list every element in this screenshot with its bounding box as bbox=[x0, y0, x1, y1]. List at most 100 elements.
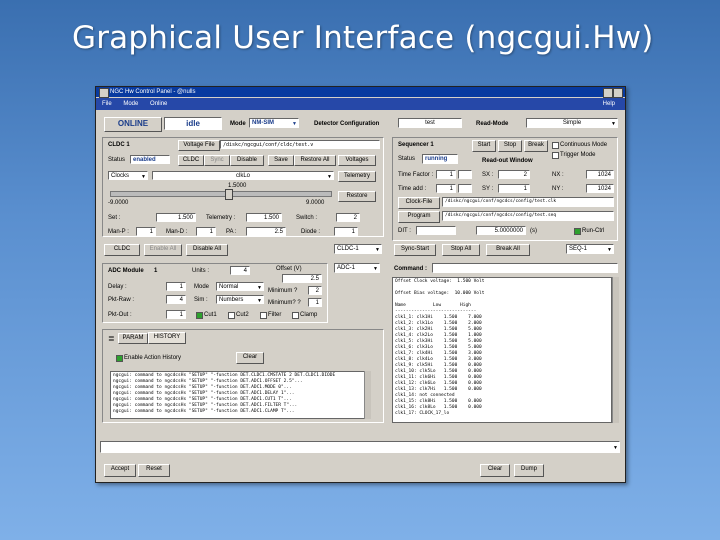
timeadd-aux-field[interactable] bbox=[458, 184, 472, 193]
history-scrollbar[interactable] bbox=[364, 371, 371, 419]
command-input[interactable] bbox=[432, 263, 618, 273]
cldc-select[interactable]: CLDC-1 ▼ bbox=[334, 244, 382, 254]
accept-button[interactable]: Accept bbox=[104, 464, 136, 477]
chevron-down-icon: ▼ bbox=[373, 266, 378, 272]
pa-field[interactable]: 2.5 bbox=[246, 227, 286, 236]
sync-start-button[interactable]: Sync-Start bbox=[394, 244, 436, 256]
timeadd-label: Time add : bbox=[398, 186, 427, 192]
enable-all-button[interactable]: Enable All bbox=[144, 244, 182, 256]
dit-field[interactable]: 5.0000000 bbox=[476, 226, 526, 235]
tab-scroll-icon[interactable]: ≣ bbox=[108, 335, 115, 343]
stop-all-button[interactable]: Stop All bbox=[442, 244, 480, 256]
dit-aux-field[interactable] bbox=[416, 226, 456, 235]
adc-select[interactable]: ADC-1 ▼ bbox=[334, 263, 380, 273]
voltages-button[interactable]: Voltages bbox=[338, 155, 376, 166]
pktout-field[interactable]: 1 bbox=[166, 310, 186, 319]
break-button[interactable]: Break bbox=[524, 140, 548, 152]
clock-file-button[interactable]: Clock-File bbox=[398, 197, 440, 209]
seq-select[interactable]: SEQ-1 ▼ bbox=[566, 244, 614, 254]
menu-online[interactable]: Online bbox=[150, 101, 167, 107]
telemetry-button[interactable]: Telemetry bbox=[338, 171, 376, 182]
cldc-bottom-button[interactable]: CLDC bbox=[104, 244, 140, 256]
detector-config-field[interactable]: test bbox=[398, 118, 462, 128]
units-field[interactable]: 4 bbox=[230, 266, 250, 275]
manp-field[interactable]: 1 bbox=[136, 227, 156, 236]
clocks-select[interactable]: Clocks ▼ bbox=[108, 171, 148, 180]
pktout-label: Pkt-Out : bbox=[108, 312, 132, 318]
seq-status-value: running bbox=[422, 154, 458, 164]
online-button[interactable]: ONLINE bbox=[104, 117, 162, 132]
mode-select[interactable]: NM-SIM ▼ bbox=[249, 118, 299, 128]
clock-name-select[interactable]: clkLo ▼ bbox=[152, 171, 334, 180]
timefactor-aux-field[interactable] bbox=[458, 170, 472, 179]
voltage-slider[interactable] bbox=[110, 189, 332, 200]
menu-file[interactable]: File bbox=[102, 101, 112, 107]
footer-clear-button[interactable]: Clear bbox=[480, 464, 510, 477]
close-icon[interactable] bbox=[613, 88, 623, 98]
offset-field[interactable]: 2.5 bbox=[282, 274, 322, 283]
timefactor-field[interactable]: 1 bbox=[436, 170, 456, 179]
filter-checkbox[interactable] bbox=[260, 312, 267, 319]
readmode-select[interactable]: Simple ▼ bbox=[526, 118, 618, 128]
dit-label: DIT : bbox=[398, 228, 411, 234]
nx-field[interactable]: 1024 bbox=[586, 170, 614, 179]
sx-field[interactable]: 2 bbox=[498, 170, 530, 179]
clock-file-path[interactable]: /diskc/ngcgui/conf/ngcdcs/config/test.cl… bbox=[442, 197, 614, 207]
switch-field[interactable]: 2 bbox=[336, 213, 360, 222]
enable-history-checkbox[interactable] bbox=[116, 355, 123, 362]
window-menu-icon[interactable] bbox=[99, 88, 109, 98]
menu-help[interactable]: Help bbox=[603, 98, 615, 110]
cut1-checkbox[interactable] bbox=[196, 312, 203, 319]
restore-all-button[interactable]: Restore All bbox=[294, 155, 336, 166]
set-field[interactable]: 1.500 bbox=[156, 213, 196, 222]
chevron-down-icon: ▼ bbox=[141, 174, 146, 180]
restore-button[interactable]: Restore bbox=[338, 191, 376, 202]
break-all-button[interactable]: Break All bbox=[486, 244, 530, 256]
bottom-command-select[interactable]: ▼ bbox=[100, 441, 620, 453]
trigger-mode-checkbox[interactable] bbox=[552, 152, 559, 159]
sim-select[interactable]: Numbers ▼ bbox=[216, 295, 264, 304]
voltage-file-path[interactable]: /diskc/ngcgui/conf/cldc/test.v bbox=[220, 140, 380, 149]
sy-field[interactable]: 1 bbox=[498, 184, 530, 193]
disable-button[interactable]: Disable bbox=[230, 155, 264, 166]
output-scrollbar[interactable] bbox=[612, 277, 619, 423]
history-clear-button[interactable]: Clear bbox=[236, 352, 264, 364]
dump-button[interactable]: Dump bbox=[514, 464, 544, 477]
slider-handle[interactable] bbox=[225, 189, 233, 200]
run-ctrl-checkbox[interactable] bbox=[574, 228, 581, 235]
ny-field[interactable]: 1024 bbox=[586, 184, 614, 193]
window-titlebar[interactable]: NGC Hw Control Panel - @nulls bbox=[96, 87, 625, 98]
slider-min-label: -9.0000 bbox=[108, 200, 129, 206]
set-label: Set : bbox=[108, 215, 121, 221]
minimize-icon[interactable] bbox=[603, 88, 613, 98]
chevron-down-icon: ▼ bbox=[257, 298, 262, 304]
start-button[interactable]: Start bbox=[472, 140, 496, 152]
tab-param[interactable]: PARAM bbox=[118, 333, 148, 344]
adc-mode-select[interactable]: Normal ▼ bbox=[216, 282, 264, 291]
mode-label: Mode bbox=[230, 121, 246, 127]
program-button[interactable]: Program bbox=[398, 211, 440, 223]
sync-button[interactable]: Sync bbox=[204, 155, 230, 166]
reset-button[interactable]: Reset bbox=[138, 464, 170, 477]
minimum2-field[interactable]: 1 bbox=[308, 298, 322, 307]
cut2-checkbox[interactable] bbox=[228, 312, 235, 319]
cldc-status-label: Status bbox=[108, 157, 126, 163]
disable-all-button[interactable]: Disable All bbox=[186, 244, 228, 256]
continuous-mode-checkbox[interactable] bbox=[552, 142, 559, 149]
timeadd-field[interactable]: 1 bbox=[436, 184, 456, 193]
cldc-button[interactable]: CLDC bbox=[178, 155, 204, 166]
minimum-field[interactable]: 2 bbox=[308, 286, 322, 295]
enable-history-label: Enable Action History bbox=[124, 355, 182, 361]
pktraw-field[interactable]: 4 bbox=[166, 295, 186, 304]
program-path[interactable]: /diskc/ngcgui/conf/ngcdcs/config/test.se… bbox=[442, 211, 614, 221]
voltage-file-button[interactable]: Voltage File bbox=[178, 140, 220, 151]
menu-mode[interactable]: Mode bbox=[123, 101, 138, 107]
save-button[interactable]: Save bbox=[268, 155, 294, 166]
tab-history[interactable]: HISTORY bbox=[148, 332, 186, 344]
stop-button[interactable]: Stop bbox=[498, 140, 522, 152]
log-line: ngcgui: command to ngcdcsHs "SETUP" "-fu… bbox=[113, 409, 295, 414]
diode-field[interactable]: 1 bbox=[334, 227, 358, 236]
delay-field[interactable]: 1 bbox=[166, 282, 186, 291]
mand-field[interactable]: 1 bbox=[196, 227, 216, 236]
clamp-checkbox[interactable] bbox=[292, 312, 299, 319]
